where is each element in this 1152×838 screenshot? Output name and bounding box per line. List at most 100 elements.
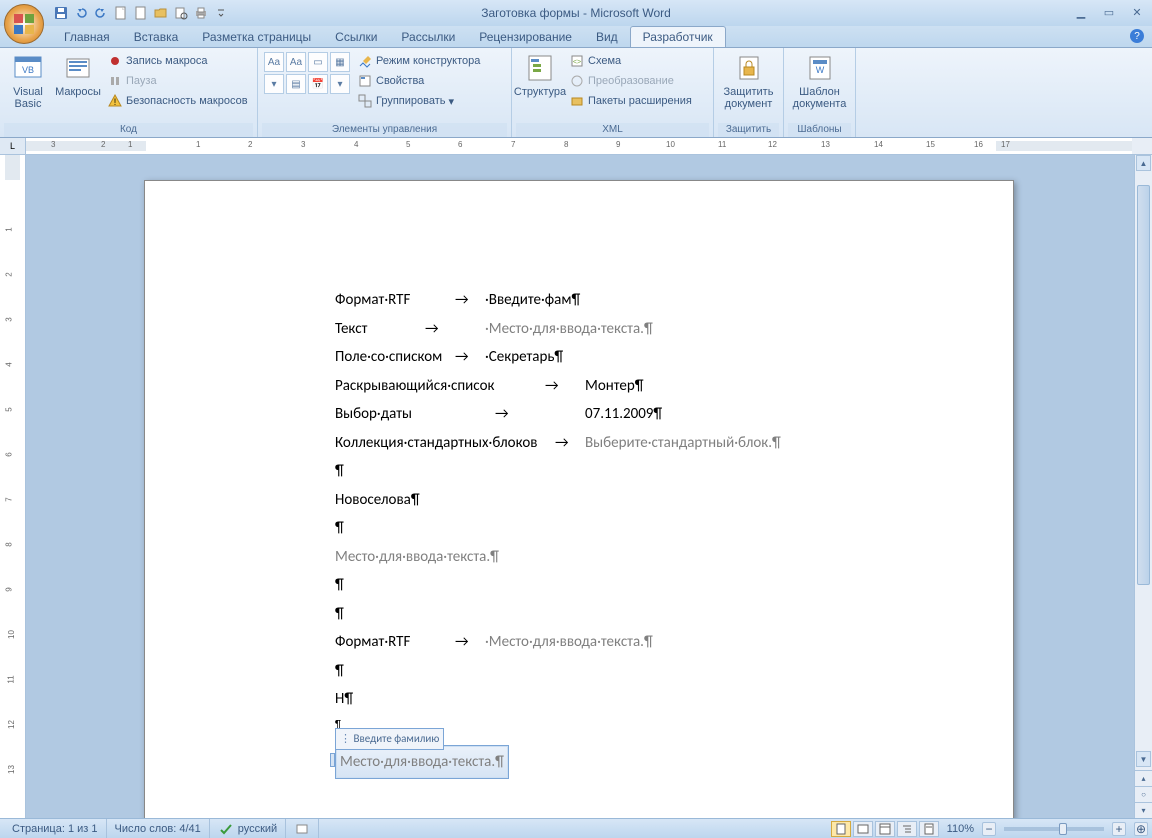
undo-icon[interactable] (72, 4, 90, 22)
maximize-icon[interactable]: ▭ (1098, 4, 1120, 20)
tab-view[interactable]: Вид (584, 27, 630, 47)
status-words[interactable]: Число слов: 4/41 (107, 819, 210, 838)
structure-label: Структура (514, 86, 566, 98)
zoom-out-icon[interactable]: − (982, 822, 996, 836)
schema-button[interactable]: <>Схема (566, 52, 695, 70)
scroll-down-icon[interactable]: ▼ (1136, 751, 1151, 767)
svg-text:!: ! (114, 97, 117, 107)
macro-rec-icon (294, 821, 310, 837)
properties-icon (357, 73, 373, 89)
buildingblock-control-icon[interactable]: ▦ (330, 52, 350, 72)
tab-home[interactable]: Главная (52, 27, 122, 47)
zoom-slider[interactable] (1004, 827, 1104, 831)
protect-doc-button[interactable]: Защитить документ (718, 50, 779, 110)
view-print-layout-icon[interactable] (831, 821, 851, 837)
horizontal-ruler[interactable]: L 3211234567891011121314151617 (0, 138, 1152, 155)
picture-control-icon[interactable]: ▭ (308, 52, 328, 72)
tab-developer[interactable]: Разработчик (630, 26, 726, 47)
status-page[interactable]: Страница: 1 из 1 (4, 819, 107, 838)
close-icon[interactable]: ✕ (1126, 4, 1148, 20)
schema-icon: <> (569, 53, 585, 69)
scroll-thumb[interactable] (1137, 185, 1150, 585)
row6-value: Выберите·стандартный·блок. (585, 429, 781, 458)
plaintext-control-icon[interactable]: Aa (286, 52, 306, 72)
tab-selector[interactable]: L (0, 138, 26, 154)
group-xml-label: XML (516, 123, 709, 137)
line8: Место·для·ввода·текста. (335, 543, 1013, 572)
tab-mailings[interactable]: Рассылки (389, 27, 467, 47)
save-icon[interactable] (52, 4, 70, 22)
date-control-icon[interactable]: 📅 (308, 74, 328, 94)
row4-value: Монтер (585, 372, 644, 401)
browse-object-icon[interactable]: ○ (1135, 786, 1152, 802)
tab-references[interactable]: Ссылки (323, 27, 389, 47)
view-fullscreen-icon[interactable] (853, 821, 873, 837)
expansion-button[interactable]: Пакеты расширения (566, 92, 695, 110)
minimize-icon[interactable]: ▁ (1070, 4, 1092, 20)
vertical-ruler[interactable]: 12345678910111213 (0, 155, 26, 818)
doc-template-label: Шаблон документа (788, 86, 851, 110)
tab-review[interactable]: Рецензирование (467, 27, 584, 47)
macros-button[interactable]: Макросы (54, 50, 102, 98)
line10: Н (335, 685, 1013, 714)
zoom-in-icon[interactable]: + (1112, 822, 1126, 836)
design-mode-icon (357, 53, 373, 69)
view-outline-icon[interactable] (897, 821, 917, 837)
group-code-label: Код (4, 123, 253, 137)
protect-doc-label: Защитить документ (718, 86, 779, 110)
ribbon: VB Visual Basic Макросы Запись макроса П… (0, 48, 1152, 138)
group-button[interactable]: Группировать ▾ (354, 92, 483, 110)
qat-dropdown-icon[interactable] (212, 4, 230, 22)
macro-security-label: Безопасность макросов (126, 95, 248, 107)
tab-insert[interactable]: Вставка (122, 27, 191, 47)
visual-basic-button[interactable]: VB Visual Basic (4, 50, 52, 110)
status-macro[interactable] (286, 819, 319, 838)
record-macro-button[interactable]: Запись макроса (104, 52, 251, 70)
document-area: 12345678910111213 Формат·RTF→·Введите·фа… (0, 155, 1152, 818)
redo-icon[interactable] (92, 4, 110, 22)
row1-value: ·Введите·фам (485, 286, 580, 315)
new-icon[interactable] (112, 4, 130, 22)
richtext-control-icon[interactable]: Aa (264, 52, 284, 72)
scroll-up-icon[interactable]: ▲ (1136, 155, 1151, 171)
row9-label: Формат·RTF (335, 628, 455, 657)
new-doc-icon[interactable] (132, 4, 150, 22)
next-page-icon[interactable]: ▾ (1135, 802, 1152, 818)
doc-template-button[interactable]: W Шаблон документа (788, 50, 851, 110)
quick-print-icon[interactable] (192, 4, 210, 22)
control-handle-icon[interactable] (330, 753, 335, 767)
open-icon[interactable] (152, 4, 170, 22)
transform-label: Преобразование (588, 75, 674, 87)
zoom-slider-thumb[interactable] (1059, 823, 1067, 835)
combobox-control-icon[interactable]: ▾ (264, 74, 284, 94)
view-web-icon[interactable] (875, 821, 895, 837)
legacy-tools-icon[interactable]: ▾ (330, 74, 350, 94)
dropdown-control-icon[interactable]: ▤ (286, 74, 306, 94)
view-draft-icon[interactable] (919, 821, 939, 837)
prev-page-icon[interactable]: ▴ (1135, 770, 1152, 786)
status-language[interactable]: русский (210, 819, 286, 838)
row5-value: 07.11.2009 (585, 400, 662, 429)
macro-security-button[interactable]: ! Безопасность макросов (104, 92, 251, 110)
record-macro-label: Запись макроса (126, 55, 208, 67)
tab-layout[interactable]: Разметка страницы (190, 27, 323, 47)
controls-gallery[interactable]: Aa Aa ▭ ▦ ▾ ▤ 📅 ▾ (262, 50, 352, 96)
structure-button[interactable]: Структура (516, 50, 564, 98)
properties-button[interactable]: Свойства (354, 72, 483, 90)
help-icon[interactable]: ? (1130, 29, 1144, 43)
transform-button: Преобразование (566, 72, 695, 90)
spellcheck-icon (218, 821, 234, 837)
window-title: Заготовка формы - Microsoft Word (481, 6, 671, 20)
vertical-scrollbar[interactable]: ▲ ▼ ▴ ○ ▾ (1134, 155, 1152, 818)
content-control[interactable]: ⋮ Введите фамилию Место·для·ввода·текста… (335, 745, 1013, 780)
document-page[interactable]: Формат·RTF→·Введите·фам Текст→·Место·для… (144, 180, 1014, 818)
group-protect-label: Защитить (718, 123, 779, 137)
svg-text:VB: VB (22, 65, 34, 75)
quick-access-toolbar (52, 4, 230, 22)
office-button[interactable] (4, 4, 44, 44)
expansion-icon (569, 93, 585, 109)
print-preview-icon[interactable] (172, 4, 190, 22)
zoom-level[interactable]: 110% (947, 823, 974, 835)
zoom-fit-icon[interactable]: ⊕ (1134, 822, 1148, 836)
design-mode-button[interactable]: Режим конструктора (354, 52, 483, 70)
